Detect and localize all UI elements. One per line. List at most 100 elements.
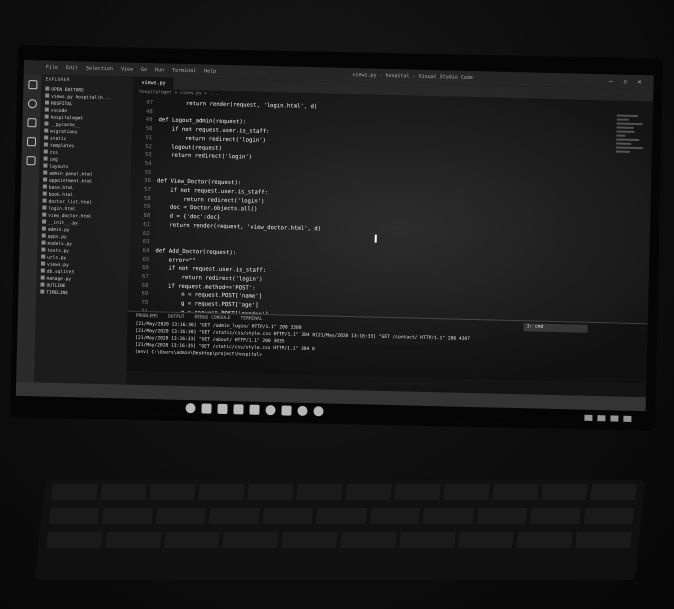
tab-output[interactable]: OUTPUT bbox=[168, 315, 185, 320]
file-icon bbox=[40, 289, 45, 294]
file-icon bbox=[43, 156, 48, 161]
menu-go[interactable]: Go bbox=[141, 67, 147, 73]
vscode-icon[interactable] bbox=[281, 405, 292, 416]
app-icon[interactable] bbox=[313, 406, 324, 417]
explorer-item-label: manage.py bbox=[46, 276, 72, 283]
file-icon bbox=[41, 247, 46, 252]
browser-icon[interactable] bbox=[265, 405, 276, 416]
file-icon bbox=[40, 282, 45, 287]
explorer-item-label: urls.py bbox=[47, 255, 67, 262]
terminal-select[interactable]: 1: cmd bbox=[523, 323, 588, 333]
explorer-item-label: layouts bbox=[49, 164, 69, 171]
file-icon bbox=[41, 226, 46, 231]
file-icon bbox=[41, 233, 46, 238]
menu-selection[interactable]: Selection bbox=[86, 66, 113, 73]
file-icon bbox=[43, 177, 48, 182]
explorer-item-label: doctor_list.html bbox=[48, 199, 92, 206]
explorer-item-label: hospitalmgmt bbox=[50, 115, 84, 122]
explorer-header: EXPLORER bbox=[45, 77, 70, 84]
system-tray[interactable] bbox=[584, 414, 645, 422]
task-view-icon[interactable] bbox=[201, 403, 212, 414]
file-icon bbox=[44, 121, 49, 126]
file-icon bbox=[44, 128, 49, 133]
file-icon bbox=[44, 135, 49, 140]
explorer-item-label: migrations bbox=[50, 129, 78, 136]
files-icon[interactable] bbox=[27, 80, 38, 90]
tab-debug-console[interactable]: DEBUG CONSOLE bbox=[194, 315, 230, 321]
explorer-item-label: tests.py bbox=[47, 248, 70, 255]
tab-problems[interactable]: PROBLEMS bbox=[136, 314, 158, 320]
explorer-item-label: base.html bbox=[48, 185, 74, 192]
text-cursor bbox=[374, 234, 377, 243]
file-icon bbox=[42, 198, 47, 203]
explorer-item-label: view_doctor.html bbox=[48, 213, 92, 220]
explorer-item-label: book.html bbox=[48, 192, 74, 199]
tab-terminal[interactable]: TERMINAL bbox=[240, 316, 262, 322]
menu-terminal[interactable]: Terminal bbox=[172, 68, 196, 75]
explorer-item-label: appointment.html bbox=[48, 178, 93, 185]
file-icon bbox=[42, 212, 47, 217]
explorer-item-label: models.py bbox=[47, 241, 72, 248]
explorer-item-label: TIMELINE bbox=[46, 290, 69, 297]
explorer-item-label: __init__.py bbox=[47, 220, 78, 227]
explorer-item[interactable]: TIMELINE bbox=[40, 289, 124, 298]
explorer-item-label: img bbox=[49, 157, 58, 163]
explorer-item-label: static bbox=[50, 136, 67, 143]
laptop-screen: File Edit Selection View Go Run Terminal… bbox=[15, 60, 654, 428]
file-icon bbox=[43, 163, 48, 168]
extensions-icon[interactable] bbox=[25, 156, 36, 166]
explorer-item-label: templates bbox=[49, 143, 75, 150]
menu-run[interactable]: Run bbox=[155, 67, 164, 73]
explorer-item-label: OPEN EDITORS bbox=[51, 87, 84, 94]
file-icon bbox=[40, 275, 45, 280]
explorer-item-label: apps.py bbox=[47, 234, 67, 241]
source-control-icon[interactable] bbox=[26, 118, 37, 128]
search-icon[interactable] bbox=[27, 99, 37, 109]
file-icon bbox=[40, 261, 46, 266]
file-icon bbox=[42, 191, 47, 196]
laptop-keyboard bbox=[34, 480, 646, 580]
explorer-item-label: __pycache__ bbox=[50, 122, 81, 129]
explorer-item-label: db.sqlite3 bbox=[46, 269, 74, 276]
menu-view[interactable]: View bbox=[121, 66, 133, 72]
file-icon bbox=[44, 107, 49, 112]
file-icon bbox=[43, 170, 48, 175]
tab-views-py[interactable]: views.py bbox=[133, 76, 174, 90]
file-icon bbox=[41, 240, 46, 245]
file-icon bbox=[43, 149, 48, 154]
explorer-item-label: OUTLINE bbox=[46, 283, 66, 290]
menu-edit[interactable]: Edit bbox=[66, 65, 78, 71]
explorer-item-label: admin_panel.html bbox=[49, 171, 93, 178]
maximize-icon[interactable]: ▫ bbox=[623, 78, 627, 86]
file-icon bbox=[42, 219, 47, 224]
file-icon bbox=[44, 114, 49, 119]
explorer-item-label: css bbox=[49, 150, 58, 156]
menu-bar: File Edit Selection View Go Run Terminal… bbox=[24, 64, 217, 75]
chrome-icon[interactable] bbox=[297, 405, 308, 417]
explorer-item-label: admin.py bbox=[47, 227, 70, 234]
explorer-item-label: login.html bbox=[48, 206, 76, 213]
folder-icon[interactable] bbox=[233, 404, 244, 415]
mail-icon[interactable] bbox=[249, 404, 260, 415]
explorer-item-label: HOSPITAL bbox=[50, 101, 73, 108]
file-icon bbox=[42, 205, 47, 210]
explorer-item-label: views.py bbox=[46, 262, 69, 269]
file-icon bbox=[45, 93, 50, 98]
minimap[interactable] bbox=[614, 113, 647, 234]
start-icon[interactable] bbox=[185, 403, 196, 414]
file-icon bbox=[44, 100, 50, 105]
file-icon bbox=[42, 184, 47, 189]
terminal-panel[interactable]: PROBLEMS OUTPUT DEBUG CONSOLE TERMINAL 1… bbox=[126, 310, 648, 384]
menu-help[interactable]: Help bbox=[204, 68, 216, 74]
minimize-icon[interactable]: – bbox=[609, 77, 613, 85]
menu-file[interactable]: File bbox=[46, 65, 58, 71]
file-icon bbox=[40, 268, 45, 273]
run-debug-icon[interactable] bbox=[26, 137, 36, 147]
explorer-panel: EXPLORER OPEN EDITORS views.py hospital\h… bbox=[34, 74, 134, 385]
file-icon bbox=[45, 86, 50, 91]
file-icon bbox=[41, 254, 46, 259]
file-icon bbox=[43, 142, 48, 147]
close-icon[interactable]: × bbox=[637, 78, 641, 86]
explorer-item-label: vscode bbox=[50, 108, 68, 115]
file-explorer-icon[interactable] bbox=[217, 403, 228, 415]
